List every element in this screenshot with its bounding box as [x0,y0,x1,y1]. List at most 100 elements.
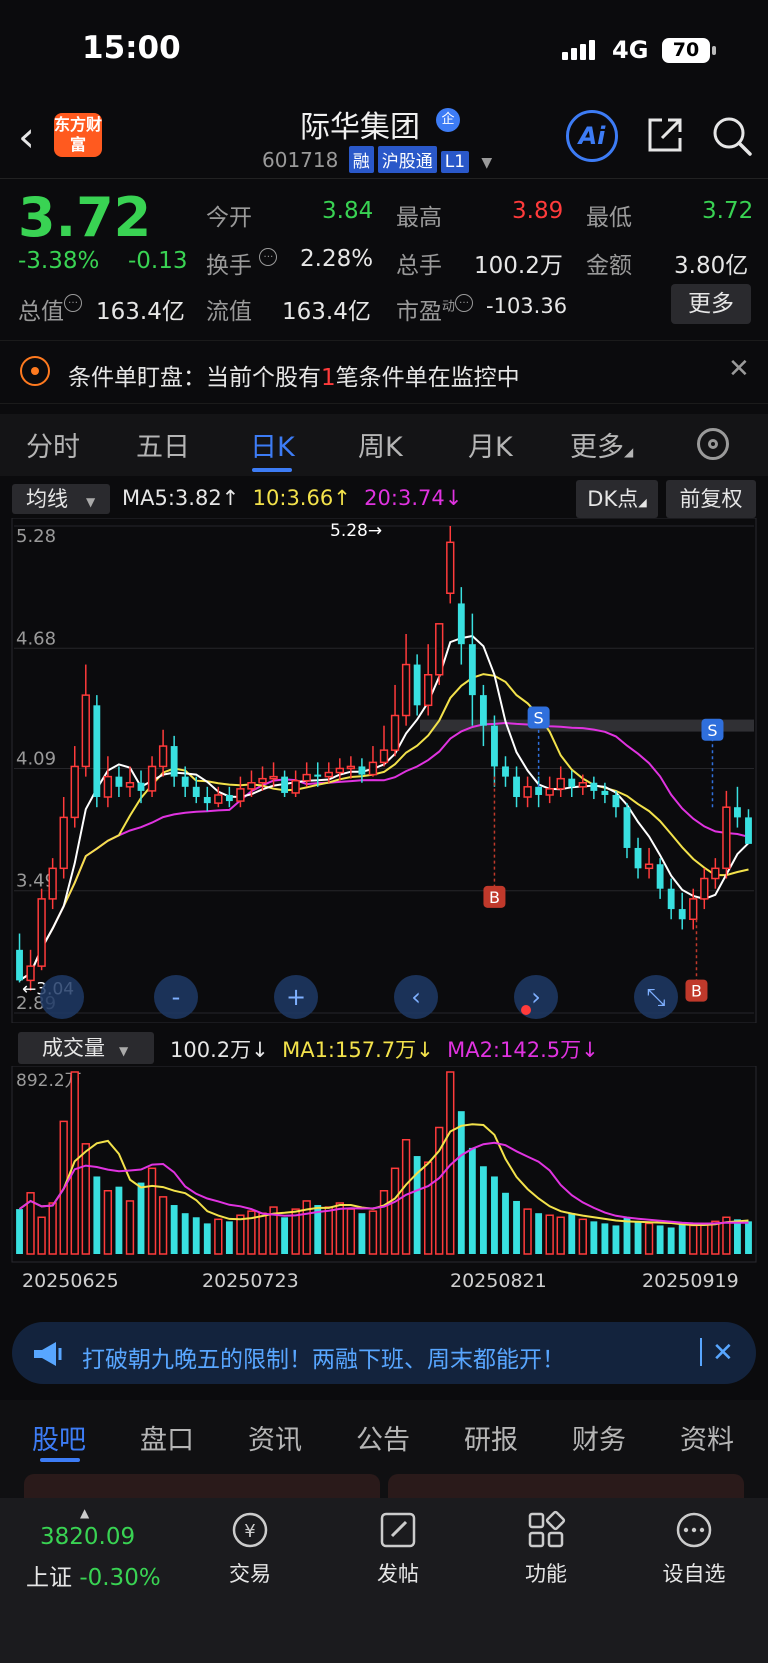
value-amount: 3.80亿 [674,253,749,279]
alarm-icon [20,356,50,386]
watchlist-icon[interactable] [674,1510,714,1550]
tab-news[interactable]: 资讯 [248,1418,302,1457]
candle-body [734,807,741,818]
signal-label: B [489,888,500,907]
signal-icon [562,40,598,60]
volume-ma2: MA2:142.5万↓ [447,1038,599,1062]
header-divider [0,178,768,179]
candle-body [711,867,720,880]
volume-bar [125,1200,135,1255]
candle-body [379,749,389,764]
index-value[interactable]: 3820.09 [40,1524,135,1550]
candle-body [70,765,79,819]
more-button[interactable]: 更多 [671,284,751,324]
volume-bar [656,1225,664,1254]
post-icon[interactable] [378,1510,418,1550]
label-volume: 总手 [396,253,442,279]
tab-announcements[interactable]: 公告 [356,1418,410,1457]
tab-forum[interactable]: 股吧 [32,1418,86,1457]
tab-research[interactable]: 研报 [464,1418,518,1457]
control-glyph: - [172,983,181,1011]
search-icon[interactable] [710,114,754,158]
info-icon[interactable]: … [64,294,82,312]
nav-function[interactable]: 功能 [501,1558,591,1588]
tag-connect: 沪股通 [377,146,437,173]
control-glyph: + [286,983,306,1011]
tab-profile[interactable]: 资料 [680,1418,734,1457]
volume-bar [37,1216,46,1255]
candle-body [545,788,554,796]
date-label: 20250919 [642,1270,739,1292]
volume-bar [612,1225,620,1254]
caret-up-icon[interactable]: ▲ [80,1506,89,1520]
volume-bar [491,1176,498,1254]
expand-button[interactable]: ⤡ [634,975,678,1019]
function-icon[interactable] [526,1510,566,1550]
candle-body [722,806,731,870]
caret-down-icon[interactable]: ▼ [481,155,492,171]
volume-ma1: MA1:157.7万↓ [282,1038,434,1062]
scroll-left-button[interactable]: ‹ [394,975,438,1019]
megaphone-icon [34,1342,62,1366]
zoom-out-button[interactable]: - [154,975,198,1019]
back-icon[interactable]: ‹ [18,112,35,161]
dk-point-button[interactable]: DK点◢ [576,480,658,518]
tab-finance[interactable]: 财务 [572,1418,626,1457]
adjust-button[interactable]: 前复权 [666,480,756,518]
candle-body [125,781,135,788]
close-icon[interactable]: ✕ [712,1338,734,1368]
kline-chart[interactable]: 5.284.684.093.492.895.28→←3.04BBSS-+‹›⤡ [0,518,768,1023]
zoom-in-button[interactable]: + [274,975,318,1019]
candle-body [170,746,178,777]
candle-body [281,776,289,793]
candle-body [457,603,465,645]
volume-bar [590,1221,598,1254]
candle-body [468,644,476,696]
y-axis-label: 5.28 [16,526,56,547]
index-name[interactable]: 上证 -0.30% [26,1558,161,1592]
tab-orderbook[interactable]: 盘口 [140,1418,194,1457]
nav-trade[interactable]: 交易 [205,1558,295,1588]
ma5-value: MA5:3.82↑ [122,486,240,510]
candle-body [26,965,35,982]
nav-watchlist[interactable]: 设自选 [649,1558,739,1588]
info-icon[interactable]: … [455,294,474,312]
share-icon[interactable] [646,116,684,154]
scroll-right-button[interactable]: › [514,975,558,1019]
volume-bar [48,1202,57,1255]
label-high: 最高 [396,205,442,231]
candle-body [689,898,698,921]
volume-bar [214,1218,223,1255]
volume-chart: 892.2万 [11,1066,757,1263]
tab-intraday[interactable]: 分时 [26,425,80,464]
tab-monthly-k[interactable]: 月K [468,425,513,464]
candle-body [644,863,654,870]
candle-body [147,765,157,792]
ma-selector[interactable]: 均线 ▼ [12,484,110,514]
info-icon[interactable]: … [259,248,278,266]
volume-selector[interactable]: 成交量 ▼ [18,1032,154,1064]
battery-icon: 70 [662,38,710,63]
promo-divider [700,1338,702,1366]
ai-button[interactable]: Ai [566,110,618,162]
gear-icon[interactable] [697,428,729,460]
tab-weekly-k[interactable]: 周K [358,425,403,464]
tab-more[interactable]: 更多◢ [570,425,633,464]
candle-body [390,714,400,751]
candle-body [667,888,675,910]
candle-body [413,664,421,706]
value-total-value: 163.4亿 [96,299,185,325]
tab-five-day[interactable]: 五日 [136,425,190,464]
volume-bar [16,1209,23,1254]
tab-daily-k[interactable]: 日K [250,425,295,464]
volume-bar [258,1212,267,1255]
trade-icon[interactable]: ¥ [230,1510,270,1550]
nav-post[interactable]: 发帖 [353,1558,443,1588]
date-label: 20250625 [22,1270,119,1292]
volume-bar [479,1166,487,1254]
volume-value: 100.2万↓ [170,1038,269,1062]
volume-bar [568,1213,576,1254]
close-icon[interactable]: ✕ [728,354,750,384]
volume-bar [115,1186,123,1254]
date-label: 20250821 [450,1270,547,1292]
